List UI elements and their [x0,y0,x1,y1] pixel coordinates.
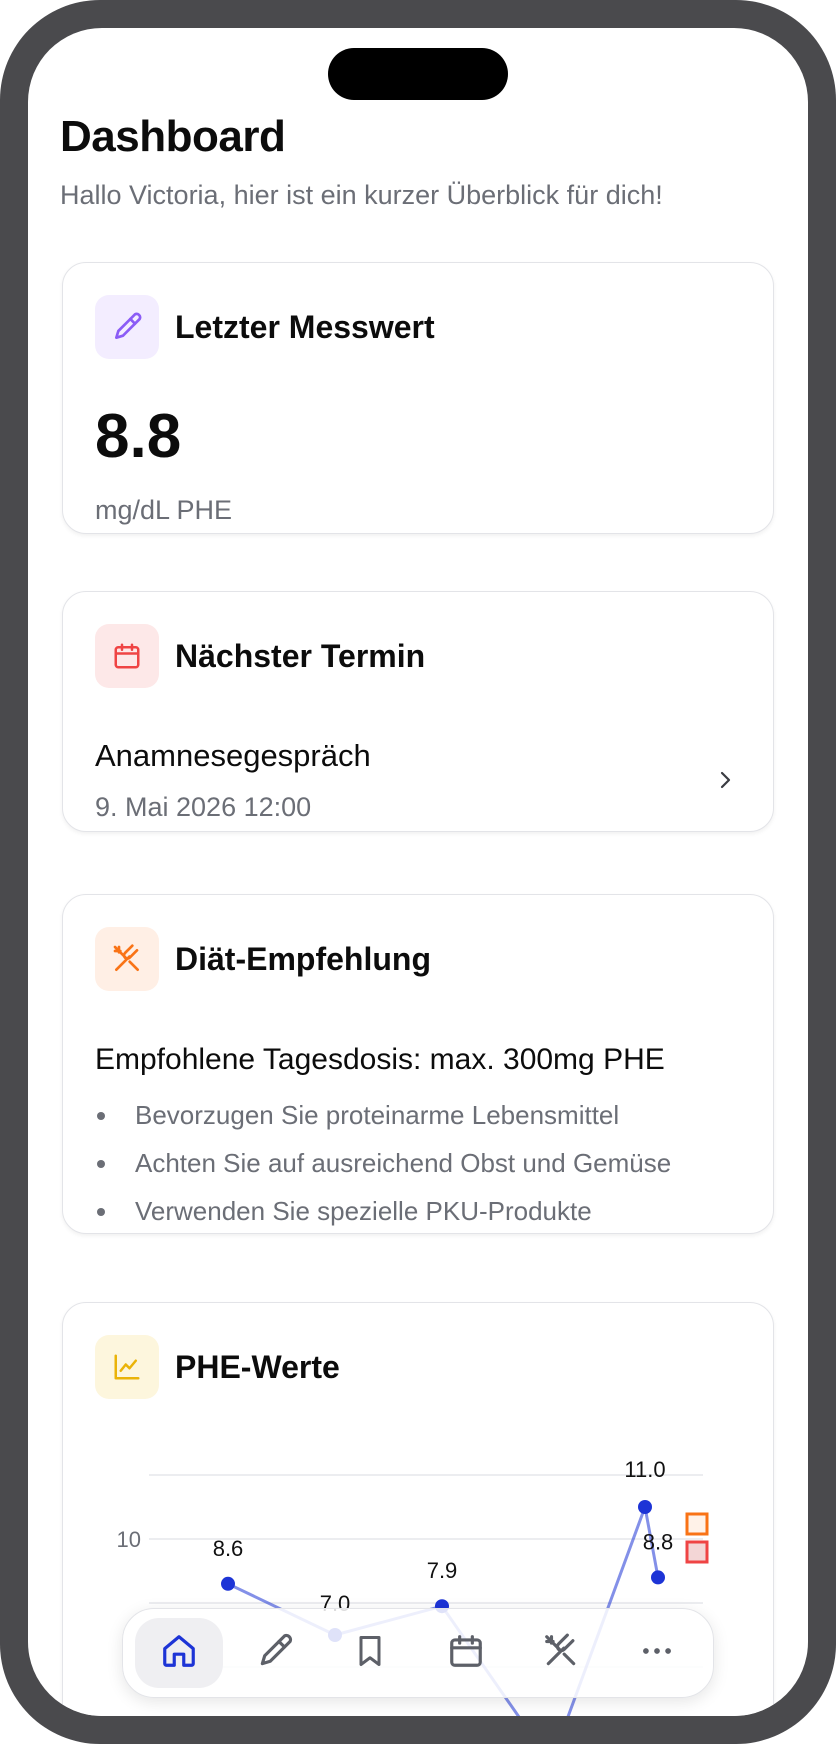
card-title: Nächster Termin [175,637,426,674]
nav-bookmarks[interactable] [326,1618,414,1688]
list-item: Bevorzugen Sie proteinarme Lebensmittel [95,1091,671,1139]
utensils-crossed-icon [95,927,159,991]
diet-headline: Empfohlene Tagesdosis: max. 300mg PHE [95,1043,665,1076]
bottom-nav [122,1608,714,1698]
diet-tips-list: Bevorzugen Sie proteinarme Lebensmittel … [95,1091,671,1235]
page-title: Dashboard [60,112,286,161]
card-header: Nächster Termin [95,624,425,688]
measurement-unit: mg/dL PHE [95,495,233,525]
next-appointment-card[interactable]: Nächster Termin Anamnesegespräch 9. Mai … [62,591,774,832]
nav-diet[interactable] [517,1618,605,1688]
page-subtitle: Hallo Victoria, hier ist ein kurzer Über… [60,180,663,210]
list-item: Verwenden Sie spezielle PKU-Produkte [95,1187,671,1235]
data-point [651,1570,665,1585]
dynamic-island [328,48,508,100]
nav-measurements[interactable] [231,1618,319,1688]
data-label: 11.0 [624,1457,665,1482]
card-title: Diät-Empfehlung [175,940,431,977]
data-label: 8.6 [213,1536,244,1561]
bookmark-icon [352,1633,388,1674]
nav-more[interactable] [613,1618,701,1688]
app-screen: Dashboard Hallo Victoria, hier ist ein k… [28,28,808,1716]
measurement-value: 8.8 [95,402,182,471]
legend-swatch [685,1540,709,1564]
data-label: 3. [542,1713,560,1716]
home-icon [160,1632,198,1675]
card-header: Diät-Empfehlung [95,927,431,991]
chevron-right-icon[interactable] [713,768,737,797]
y-tick-label: 10 [117,1527,141,1552]
nav-calendar[interactable] [422,1618,510,1688]
appointment-name: Anamnesegespräch [95,738,371,773]
card-title: Letzter Messwert [175,308,435,345]
device-frame: Dashboard Hallo Victoria, hier ist ein k… [0,0,836,1744]
nav-home[interactable] [135,1618,223,1688]
data-point [638,1500,652,1514]
data-label: 8.8 [643,1529,674,1554]
legend-swatch [685,1512,709,1536]
data-point [221,1576,235,1591]
calendar-icon [95,624,159,688]
last-measurement-card[interactable]: Letzter Messwert 8.8 mg/dL PHE [62,262,774,534]
more-horizontal-icon [638,1632,676,1675]
appointment-datetime: 9. Mai 2026 12:00 [95,792,312,822]
card-header: Letzter Messwert [95,295,435,359]
pipette-icon [256,1632,294,1675]
utensils-crossed-icon [542,1632,580,1675]
calendar-icon [447,1632,485,1675]
data-label: 7.9 [427,1558,458,1583]
pipette-icon [95,295,159,359]
list-item: Achten Sie auf ausreichend Obst und Gemü… [95,1139,671,1187]
diet-card: Diät-Empfehlung Empfohlene Tagesdosis: m… [62,894,774,1234]
